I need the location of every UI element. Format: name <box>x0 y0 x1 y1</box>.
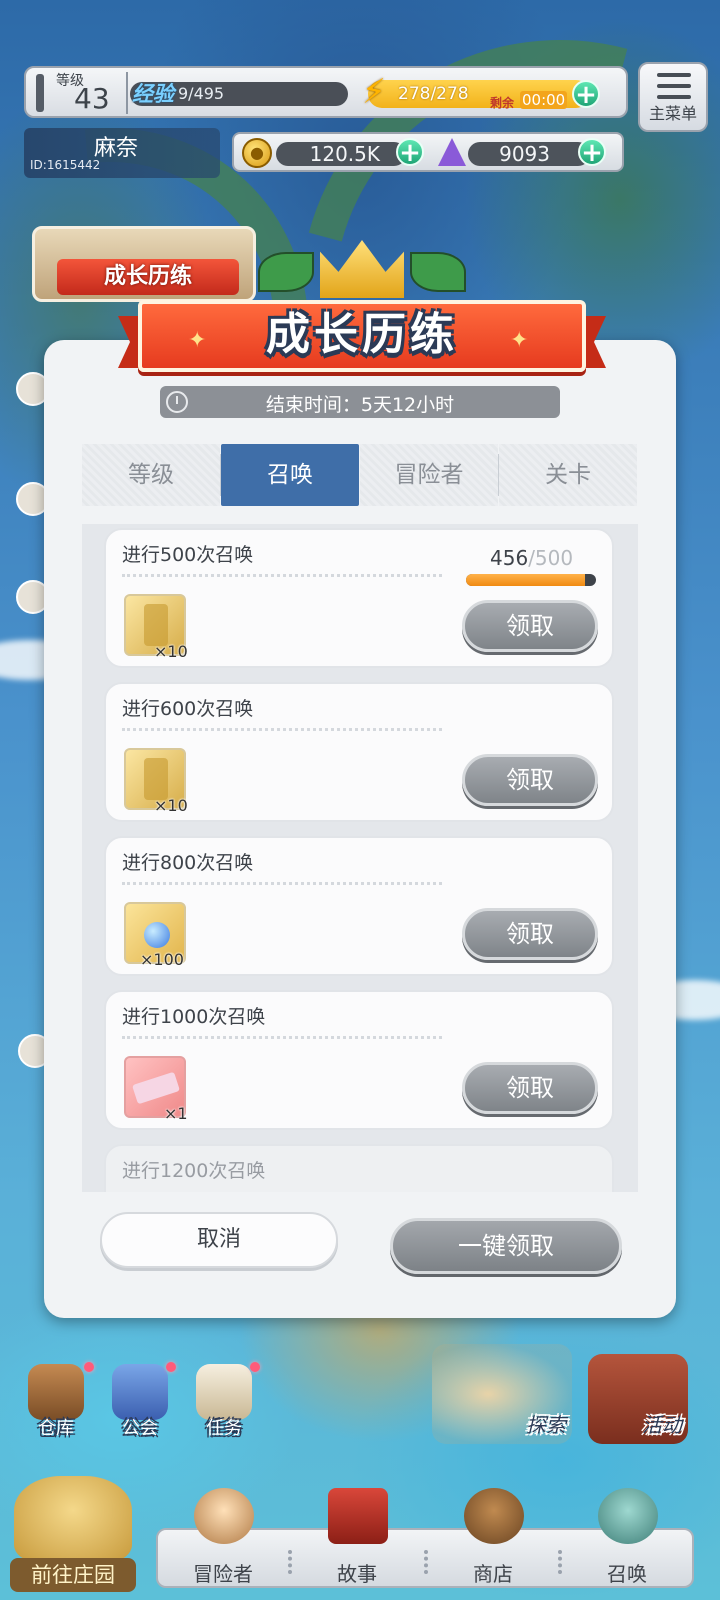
notification-dot <box>84 1362 94 1372</box>
mission-scroll-icon <box>196 1364 252 1420</box>
nav-shop[interactable]: 商店 <box>428 1488 558 1590</box>
nav-adventurer-label: 冒险者 <box>193 1562 253 1586</box>
add-gems-button[interactable]: + <box>578 138 606 166</box>
divider <box>126 72 128 114</box>
gold-coin-icon: ● <box>242 138 272 168</box>
task-card: 进行800次召唤 ×100 领取 <box>104 836 614 976</box>
dotted-divider <box>122 882 442 885</box>
end-time-text: 结束时间：5天12小时 <box>265 394 455 416</box>
explore-button[interactable]: 探索 <box>432 1344 572 1444</box>
claim-button[interactable]: 领取 <box>462 754 598 806</box>
explore-label: 探索 <box>526 1413 566 1437</box>
reward-quantity: ×10 <box>154 796 188 815</box>
story-book-icon <box>328 1488 388 1544</box>
task-title: 进行500次召唤 <box>122 544 254 566</box>
warehouse-button[interactable]: 仓库 <box>24 1364 88 1439</box>
guild-label: 公会 <box>122 1418 158 1439</box>
warehouse-label: 仓库 <box>38 1418 74 1439</box>
notification-dot <box>250 1362 260 1372</box>
mission-button[interactable]: 任务 <box>192 1364 256 1439</box>
energy-remain-label: 剩余 <box>490 96 515 110</box>
growth-event-banner[interactable]: 成长历练 <box>32 226 256 302</box>
claim-button[interactable]: 领取 <box>462 600 598 652</box>
reward-quantity: ×1 <box>164 1104 188 1123</box>
event-banner-label: 成长历练 <box>57 259 239 295</box>
nav-adventurer[interactable]: 冒险者 <box>158 1488 288 1590</box>
end-time-bar: 结束时间：5天12小时 <box>160 386 560 418</box>
dotted-divider <box>122 1036 442 1039</box>
main-menu-label: 主菜单 <box>648 104 697 123</box>
progress-max: /500 <box>528 546 574 570</box>
guild-icon <box>112 1364 168 1420</box>
mission-label: 任务 <box>206 1418 242 1439</box>
player-id: ID:1615442 <box>30 158 101 172</box>
nav-shop-label: 商店 <box>473 1562 513 1586</box>
energy-value: 278/278 <box>398 84 469 104</box>
reward-quantity: ×100 <box>140 950 184 969</box>
task-list[interactable]: 进行500次召唤 456/500 ×10 领取 进行600次召唤 ×10 领取 … <box>82 524 638 1192</box>
task-card: 进行500次召唤 456/500 ×10 领取 <box>104 528 614 668</box>
level-notch <box>36 74 44 112</box>
claim-all-button[interactable]: 一键领取 <box>390 1218 622 1274</box>
leaf-decoration <box>258 252 314 292</box>
tab-level[interactable]: 等级 <box>82 444 220 506</box>
nav-story[interactable]: 故事 <box>292 1488 422 1590</box>
task-title: 进行600次召唤 <box>122 698 254 720</box>
leaf-decoration <box>410 252 466 292</box>
coin-value: 120.5K <box>309 142 380 166</box>
warehouse-icon <box>28 1364 84 1420</box>
task-progress-bar <box>466 574 596 586</box>
status-bar: 等级 43 经验 9/495 ⚡ 278/278 剩余 00:00 + <box>24 66 628 118</box>
tab-adventurer[interactable]: 冒险者 <box>360 444 498 506</box>
task-card: 进行1000次召唤 ×1 领取 <box>104 990 614 1130</box>
energy-remain-time: 00:00 <box>520 91 568 109</box>
category-tabs: 等级 召唤 冒险者 关卡 <box>82 444 638 506</box>
gem-value: 9093 <box>499 142 550 166</box>
guild-button[interactable]: 公会 <box>108 1364 172 1439</box>
cancel-button[interactable]: 取消 <box>100 1212 338 1268</box>
main-menu-button[interactable]: 主菜单 <box>638 62 708 132</box>
bottom-nav: 冒险者 故事 商店 召唤 <box>156 1488 694 1590</box>
player-info-panel[interactable]: 麻奈 ID:1615442 <box>24 128 220 178</box>
add-coins-button[interactable]: + <box>396 138 424 166</box>
claim-button[interactable]: 领取 <box>462 1062 598 1114</box>
sparkle-icon: ✦ <box>510 328 529 353</box>
notification-dot <box>166 1362 176 1372</box>
task-progress-fill <box>466 574 585 586</box>
dotted-divider <box>122 574 442 577</box>
progress-current: 456 <box>490 546 529 570</box>
task-card: 进行600次召唤 ×10 领取 <box>104 682 614 822</box>
shop-bag-icon <box>464 1488 524 1544</box>
task-title: 进行800次召唤 <box>122 852 254 874</box>
claim-button[interactable]: 领取 <box>462 908 598 960</box>
haystack-icon <box>14 1476 132 1562</box>
activity-button[interactable]: 活动 <box>588 1354 688 1444</box>
exp-label: 经验 <box>132 82 174 106</box>
hamburger-icon <box>657 73 691 99</box>
add-energy-button[interactable]: + <box>572 80 600 108</box>
currency-bar: ● 120.5K + 9093 + <box>232 132 624 172</box>
exp-value: 9/495 <box>178 84 225 103</box>
activity-label: 活动 <box>642 1413 682 1437</box>
summon-hand-icon <box>598 1488 658 1544</box>
nav-summon[interactable]: 召唤 <box>562 1488 692 1590</box>
tab-stage[interactable]: 关卡 <box>499 444 637 506</box>
task-title: 进行1000次召唤 <box>122 1006 266 1028</box>
farm-label: 前往庄园 <box>10 1558 136 1592</box>
task-progress-text: 456/500 <box>490 546 573 570</box>
reward-quantity: ×10 <box>154 642 188 661</box>
dotted-divider <box>122 728 442 731</box>
level-value: 43 <box>74 82 110 115</box>
go-to-farm-button[interactable]: 前往庄园 <box>10 1462 136 1592</box>
task-title: 进行1200次召唤 <box>122 1160 266 1182</box>
lightning-icon: ⚡ <box>362 72 386 112</box>
task-card: 进行1200次召唤 <box>104 1144 614 1192</box>
purple-gem-icon <box>438 138 466 166</box>
player-name: 麻奈 <box>94 136 139 161</box>
nav-story-label: 故事 <box>337 1562 377 1586</box>
tab-summon[interactable]: 召唤 <box>221 444 359 506</box>
sparkle-icon: ✦ <box>188 328 207 353</box>
nav-summon-label: 召唤 <box>607 1562 647 1586</box>
adventurer-avatar-icon <box>194 1488 254 1544</box>
